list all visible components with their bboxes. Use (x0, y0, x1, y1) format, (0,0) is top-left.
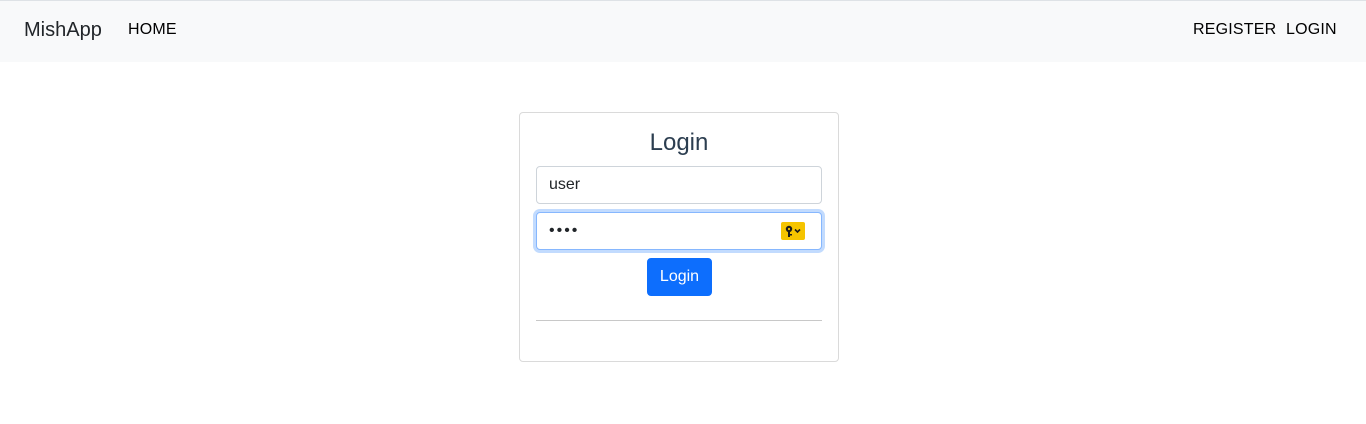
card-divider (536, 320, 822, 321)
nav-login-link[interactable]: LOGIN (1286, 21, 1337, 39)
key-icon (785, 225, 801, 237)
username-input[interactable] (536, 166, 822, 204)
nav-register-link[interactable]: REGISTER (1193, 21, 1276, 39)
login-card: Login Login (519, 112, 839, 362)
password-manager-button[interactable] (781, 222, 805, 240)
login-button[interactable]: Login (647, 258, 712, 296)
nav-home-link[interactable]: HOME (128, 21, 177, 39)
brand-link[interactable]: MishApp (24, 19, 102, 42)
login-title: Login (649, 129, 709, 156)
navbar: MishApp HOME REGISTER LOGIN (0, 0, 1366, 62)
password-input[interactable] (536, 212, 822, 250)
